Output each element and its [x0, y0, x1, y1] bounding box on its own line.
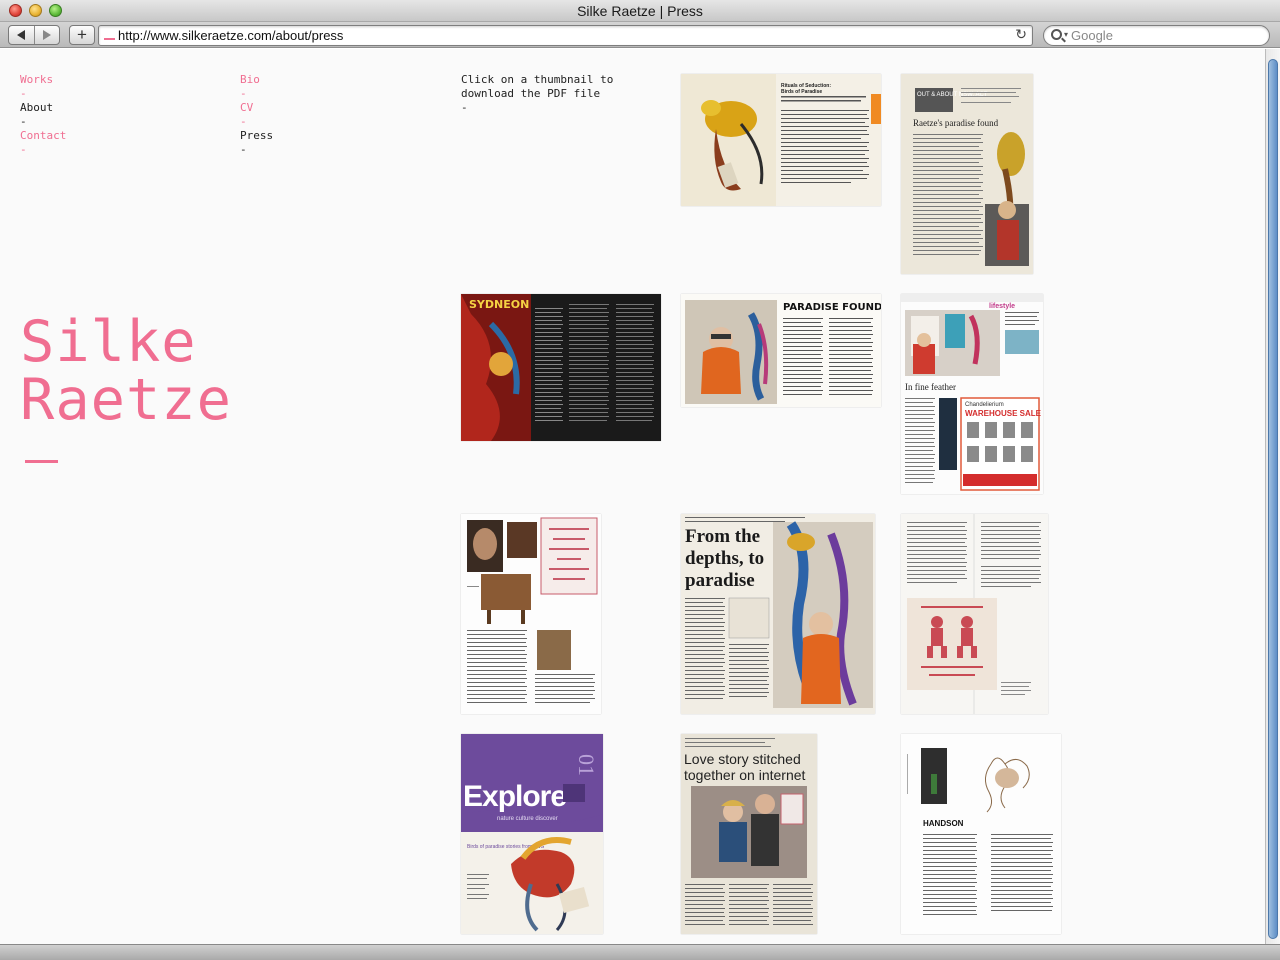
address-bar[interactable]: http://www.silkeraetze.com/about/press ↻: [98, 25, 1033, 46]
instructions-line: Click on a thumbnail to: [461, 73, 614, 86]
press-article-image: PARADISE FOUND: [681, 294, 881, 407]
page-content: Works - About - Contact - Bio - CV - Pre…: [0, 49, 1265, 944]
press-thumbnail[interactable]: lifestyle In fine feather Chandelierium …: [901, 294, 1043, 494]
ad-headline: WAREHOUSE SALE: [965, 409, 1042, 418]
press-thumbnail[interactable]: PARADISE FOUND: [681, 294, 881, 407]
browser-toolbar: + http://www.silkeraetze.com/about/press…: [0, 22, 1280, 48]
article-title: HANDSON: [923, 819, 964, 828]
article-headline-line: depths, to: [685, 548, 764, 569]
press-article-image: HANDSON: [901, 734, 1061, 934]
article-subheading: Birds of Paradise: [781, 89, 822, 95]
press-thumbnail[interactable]: Rituals of Seduction: Birds of Paradise: [681, 74, 881, 206]
press-thumbnail[interactable]: OUT & ABOUT NSW, ACT Raetze's paradise f…: [901, 74, 1033, 274]
cover-issue-number: 01: [574, 754, 599, 776]
cover-subtitle: nature culture discover: [497, 816, 558, 822]
site-title-line: Raetze: [20, 367, 232, 433]
download-instructions: Click on a thumbnail to download the PDF…: [461, 73, 641, 115]
search-engine-menu-icon[interactable]: ▾: [1064, 30, 1068, 39]
search-icon: [1051, 29, 1062, 40]
section-label: lifestyle: [989, 303, 1015, 310]
press-article-image: Rituals of Seduction: Birds of Paradise: [681, 74, 881, 206]
favicon-icon: [104, 38, 115, 40]
nav-separator: -: [20, 87, 27, 100]
address-bar-url[interactable]: http://www.silkeraetze.com/about/press: [118, 28, 343, 43]
nav-link-press[interactable]: Press: [240, 129, 273, 143]
primary-nav: Works - About - Contact -: [20, 73, 66, 157]
forward-button[interactable]: [33, 26, 60, 44]
forward-arrow-icon: [42, 30, 51, 40]
history-navigation: [8, 25, 60, 45]
site-title-line: Silke: [20, 309, 197, 375]
instructions-line: download the PDF file: [461, 87, 601, 100]
article-headline: Raetze's paradise found: [913, 118, 999, 128]
status-bar: [0, 944, 1280, 960]
nav-link-works[interactable]: Works: [20, 73, 66, 87]
add-bookmark-button[interactable]: +: [69, 25, 95, 45]
press-article-image: [461, 514, 601, 714]
press-article-image: 01 Explore nature culture discover Birds…: [461, 734, 603, 934]
nav-separator: -: [240, 143, 247, 156]
reload-icon[interactable]: ↻: [1015, 27, 1027, 43]
nav-link-bio[interactable]: Bio: [240, 73, 273, 87]
nav-link-contact[interactable]: Contact: [20, 129, 66, 143]
vertical-scrollbar[interactable]: [1265, 49, 1280, 944]
ad-brand: Chandelierium: [965, 402, 1004, 408]
press-thumbnail[interactable]: From the depths, to paradise: [681, 514, 875, 714]
article-headline-line: From the: [685, 526, 760, 547]
nav-link-about[interactable]: About: [20, 101, 66, 115]
press-article-image: From the depths, to paradise: [681, 514, 875, 714]
article-headline-line: Love story stitched: [684, 751, 801, 767]
nav-separator: -: [240, 87, 247, 100]
article-headline-line: together on internet: [684, 767, 806, 783]
magazine-masthead: SYDNEON: [469, 298, 529, 311]
back-button[interactable]: [9, 26, 34, 44]
scrollbar-thumb[interactable]: [1268, 59, 1278, 939]
press-article-image: OUT & ABOUT NSW, ACT Raetze's paradise f…: [901, 74, 1033, 274]
window-title: Silke Raetze | Press: [577, 3, 703, 19]
press-article-image: SYDNEON: [461, 294, 661, 441]
site-title: Silke Raetze: [20, 313, 232, 429]
nav-separator: -: [20, 115, 27, 128]
search-placeholder: Google: [1071, 28, 1113, 43]
press-thumbnail[interactable]: [461, 514, 601, 714]
secondary-nav: Bio - CV - Press -: [240, 73, 273, 157]
window-titlebar: Silke Raetze | Press: [0, 0, 1280, 22]
press-article-image: lifestyle In fine feather Chandelierium …: [901, 294, 1043, 494]
instructions-dash: -: [461, 101, 468, 114]
nav-separator: -: [20, 143, 27, 156]
back-arrow-icon: [17, 30, 26, 40]
search-field[interactable]: ▾ Google: [1043, 25, 1270, 46]
press-thumbnail[interactable]: 01 Explore nature culture discover Birds…: [461, 734, 603, 934]
article-headline-line: paradise: [685, 570, 755, 591]
article-headline: PARADISE FOUND: [783, 302, 881, 313]
press-thumbnail[interactable]: SYDNEON: [461, 294, 661, 441]
article-headline: In fine feather: [905, 382, 956, 392]
press-thumbnail[interactable]: HANDSON: [901, 734, 1061, 934]
press-thumbnail[interactable]: Love story stitched together on internet: [681, 734, 817, 934]
press-article-image: [901, 514, 1048, 714]
press-article-image: Love story stitched together on internet: [681, 734, 817, 934]
nav-separator: -: [240, 115, 247, 128]
nav-link-cv[interactable]: CV: [240, 101, 273, 115]
cover-title: Explore: [463, 780, 566, 813]
press-thumbnail[interactable]: [901, 514, 1048, 714]
site-title-underline: [25, 460, 58, 463]
